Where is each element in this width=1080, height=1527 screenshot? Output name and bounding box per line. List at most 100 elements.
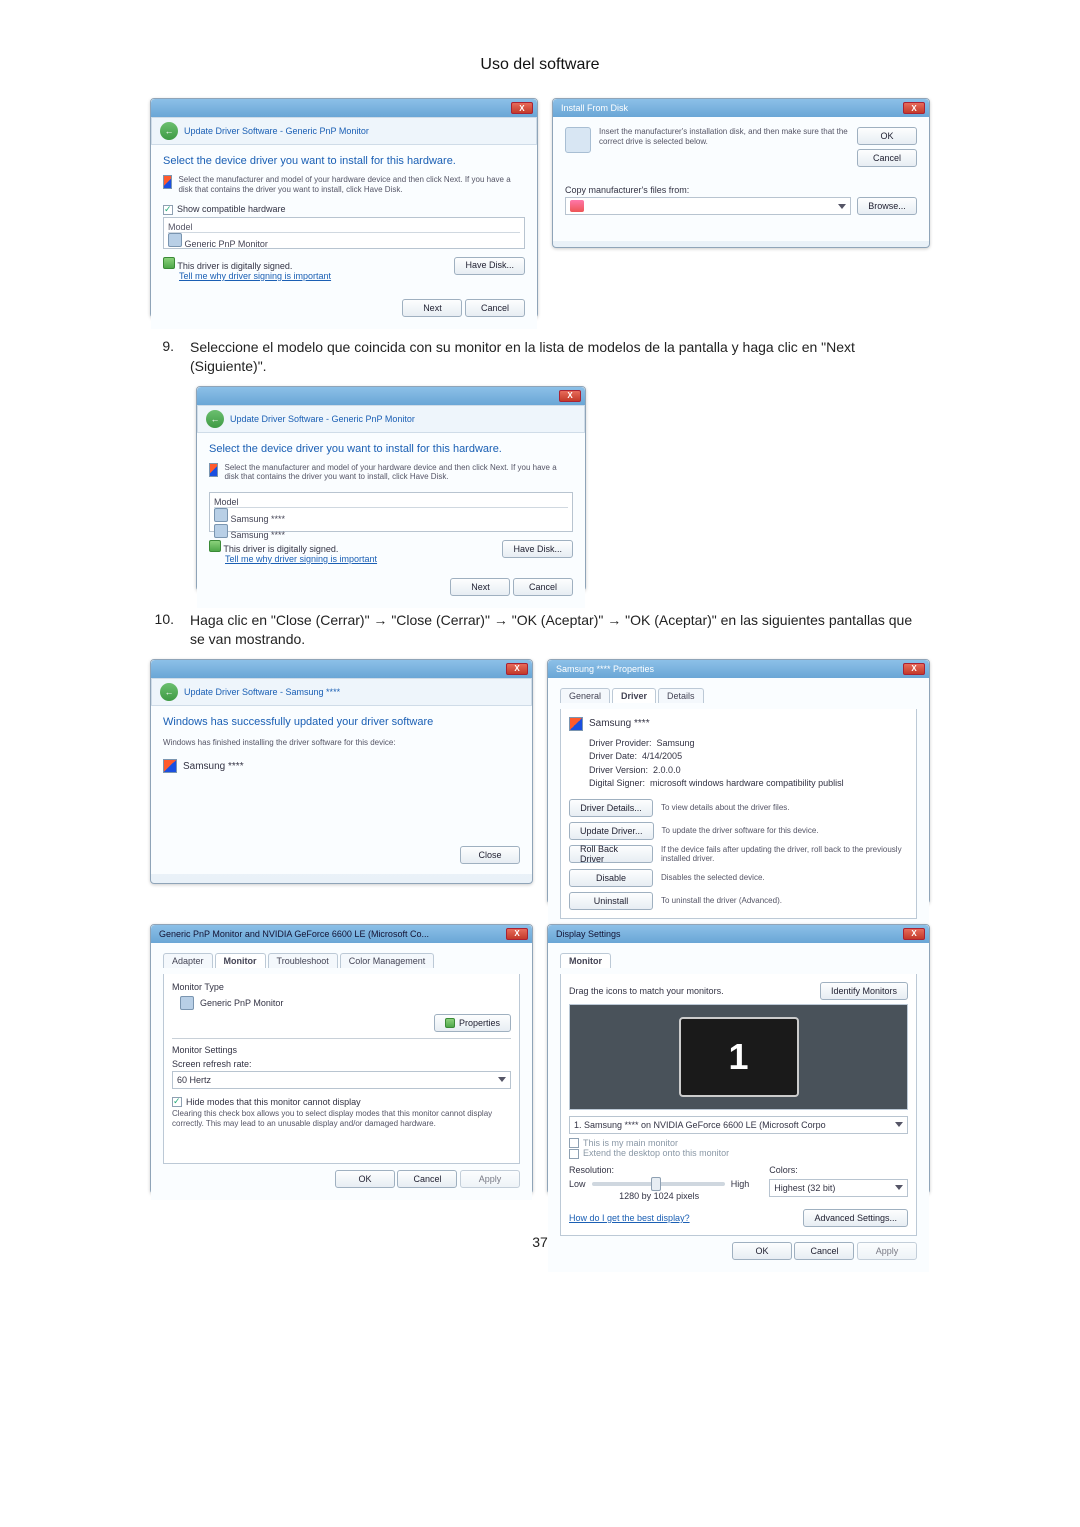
shield-icon bbox=[445, 1018, 455, 1028]
model-list[interactable]: Model Samsung **** Samsung **** bbox=[209, 492, 573, 532]
drive-icon bbox=[570, 200, 584, 212]
close-icon[interactable]: X bbox=[506, 928, 528, 940]
have-disk-button[interactable]: Have Disk... bbox=[454, 257, 525, 275]
link-signing[interactable]: Tell me why driver signing is important bbox=[225, 554, 377, 564]
chevron-down-icon bbox=[498, 1077, 506, 1082]
list-item[interactable]: Generic PnP Monitor bbox=[168, 233, 520, 249]
dialog-select-model: X ← Update Driver Software - Generic PnP … bbox=[196, 386, 586, 591]
driver-icon bbox=[209, 463, 218, 477]
tab-troubleshoot[interactable]: Troubleshoot bbox=[268, 953, 338, 968]
identify-button[interactable]: Identify Monitors bbox=[820, 982, 908, 1000]
tab-adapter[interactable]: Adapter bbox=[163, 953, 213, 968]
back-icon[interactable]: ← bbox=[160, 683, 178, 701]
chevron-down-icon bbox=[895, 1185, 903, 1190]
cancel-button[interactable]: Cancel bbox=[465, 299, 525, 317]
dialog-update-driver-a: X ←Update Driver Software - Generic PnP … bbox=[150, 98, 538, 318]
checkbox-main bbox=[569, 1138, 579, 1148]
tab-details[interactable]: Details bbox=[658, 688, 704, 703]
dialog-title: Install From Disk bbox=[557, 103, 628, 113]
monitor-settings-label: Monitor Settings bbox=[172, 1045, 511, 1055]
dialog-heading: Select the device driver you want to ins… bbox=[163, 155, 525, 167]
crumb-text: Update Driver Software - Generic PnP Mon… bbox=[230, 414, 415, 424]
close-icon[interactable]: X bbox=[506, 663, 528, 675]
figure-row-b: X ← Update Driver Software - Generic PnP … bbox=[150, 386, 930, 591]
copy-from-label: Copy manufacturer's files from: bbox=[565, 185, 917, 195]
colors-select[interactable]: Highest (32 bit) bbox=[769, 1179, 908, 1197]
refresh-rate-label: Screen refresh rate: bbox=[172, 1059, 511, 1069]
cancel-button[interactable]: Cancel bbox=[513, 578, 573, 596]
next-button[interactable]: Next bbox=[402, 299, 462, 317]
success-heading: Windows has successfully updated your dr… bbox=[163, 716, 520, 728]
refresh-rate-select[interactable]: 60 Hertz bbox=[172, 1071, 511, 1089]
monitor-icon bbox=[168, 233, 182, 247]
checkbox-hide-modes[interactable] bbox=[172, 1097, 182, 1107]
tab-monitor[interactable]: Monitor bbox=[560, 953, 611, 968]
step-10: 10. Haga clic en "Close (Cerrar)" → "Clo… bbox=[150, 611, 930, 649]
monitor-type-label: Monitor Type bbox=[172, 982, 511, 992]
advanced-button[interactable]: Advanced Settings... bbox=[803, 1209, 908, 1227]
list-item[interactable]: Samsung **** bbox=[214, 524, 568, 540]
signed-text: This driver is digitally signed. bbox=[223, 544, 338, 554]
model-list[interactable]: Model Generic PnP Monitor bbox=[163, 217, 525, 249]
figure-row-c2: Generic PnP Monitor and NVIDIA GeForce 6… bbox=[150, 924, 930, 1194]
disable-button[interactable]: Disable bbox=[569, 869, 653, 887]
cancel-button[interactable]: Cancel bbox=[794, 1242, 854, 1260]
disk-icon bbox=[565, 127, 591, 153]
figure-row-c1: X ← Update Driver Software - Samsung ****… bbox=[150, 659, 930, 904]
step-text: Haga clic en "Close (Cerrar)" → "Close (… bbox=[190, 611, 930, 649]
dialog-title: Display Settings bbox=[552, 929, 621, 939]
cancel-button[interactable]: Cancel bbox=[857, 149, 917, 167]
monitor-preview[interactable]: 1 bbox=[679, 1017, 799, 1097]
dialog-heading: Select the device driver you want to ins… bbox=[209, 443, 573, 455]
apply-button[interactable]: Apply bbox=[460, 1170, 520, 1188]
tab-monitor[interactable]: Monitor bbox=[215, 953, 266, 968]
dialog-monitor-props: Generic PnP Monitor and NVIDIA GeForce 6… bbox=[150, 924, 533, 1194]
dialog-title: Generic PnP Monitor and NVIDIA GeForce 6… bbox=[155, 929, 429, 939]
driver-details-button[interactable]: Driver Details... bbox=[569, 799, 653, 817]
close-icon[interactable]: X bbox=[559, 390, 581, 402]
checkbox-compatible[interactable] bbox=[163, 205, 173, 215]
colors-label: Colors: bbox=[769, 1165, 908, 1175]
close-icon[interactable]: X bbox=[511, 102, 533, 114]
monitor-select[interactable]: 1. Samsung **** on NVIDIA GeForce 6600 L… bbox=[569, 1116, 908, 1134]
resolution-slider[interactable] bbox=[592, 1182, 725, 1186]
have-disk-button[interactable]: Have Disk... bbox=[502, 540, 573, 558]
resolution-label: Resolution: bbox=[569, 1165, 749, 1175]
dialog-update-success: X ← Update Driver Software - Samsung ****… bbox=[150, 659, 533, 884]
slider-thumb[interactable] bbox=[651, 1177, 661, 1191]
list-item[interactable]: Samsung **** bbox=[214, 508, 568, 524]
tab-driver[interactable]: Driver bbox=[612, 688, 656, 703]
dialog-note: Select the manufacturer and model of you… bbox=[224, 463, 573, 482]
monitor-icon bbox=[180, 996, 194, 1010]
monitor-icon bbox=[214, 524, 228, 538]
link-signing[interactable]: Tell me why driver signing is important bbox=[179, 271, 331, 281]
update-driver-button[interactable]: Update Driver... bbox=[569, 822, 654, 840]
close-button[interactable]: Close bbox=[460, 846, 520, 864]
ok-button[interactable]: OK bbox=[857, 127, 917, 145]
figure-row-a: X ←Update Driver Software - Generic PnP … bbox=[150, 98, 930, 318]
ok-button[interactable]: OK bbox=[732, 1242, 792, 1260]
browse-button[interactable]: Browse... bbox=[857, 197, 917, 215]
apply-button[interactable]: Apply bbox=[857, 1242, 917, 1260]
back-icon[interactable]: ← bbox=[206, 410, 224, 428]
close-icon[interactable]: X bbox=[903, 663, 925, 675]
back-icon[interactable]: ← bbox=[160, 122, 178, 140]
ok-button[interactable]: OK bbox=[335, 1170, 395, 1188]
close-icon[interactable]: X bbox=[903, 928, 925, 940]
tab-general[interactable]: General bbox=[560, 688, 610, 703]
tab-color[interactable]: Color Management bbox=[340, 953, 435, 968]
signed-text: This driver is digitally signed. bbox=[177, 261, 292, 271]
link-best-display[interactable]: How do I get the best display? bbox=[569, 1213, 690, 1223]
checkbox-extend bbox=[569, 1149, 579, 1159]
close-icon[interactable]: X bbox=[903, 102, 925, 114]
crumb-text: Update Driver Software - Samsung **** bbox=[184, 687, 340, 697]
dialog-title: Samsung **** Properties bbox=[552, 664, 654, 674]
uninstall-button[interactable]: Uninstall bbox=[569, 892, 653, 910]
step-9: 9. Seleccione el modelo que coincida con… bbox=[150, 338, 930, 376]
shield-icon bbox=[209, 540, 221, 552]
rollback-button[interactable]: Roll Back Driver bbox=[569, 845, 653, 863]
properties-button[interactable]: Properties bbox=[434, 1014, 511, 1032]
next-button[interactable]: Next bbox=[450, 578, 510, 596]
cancel-button[interactable]: Cancel bbox=[397, 1170, 457, 1188]
path-select[interactable] bbox=[565, 197, 851, 215]
